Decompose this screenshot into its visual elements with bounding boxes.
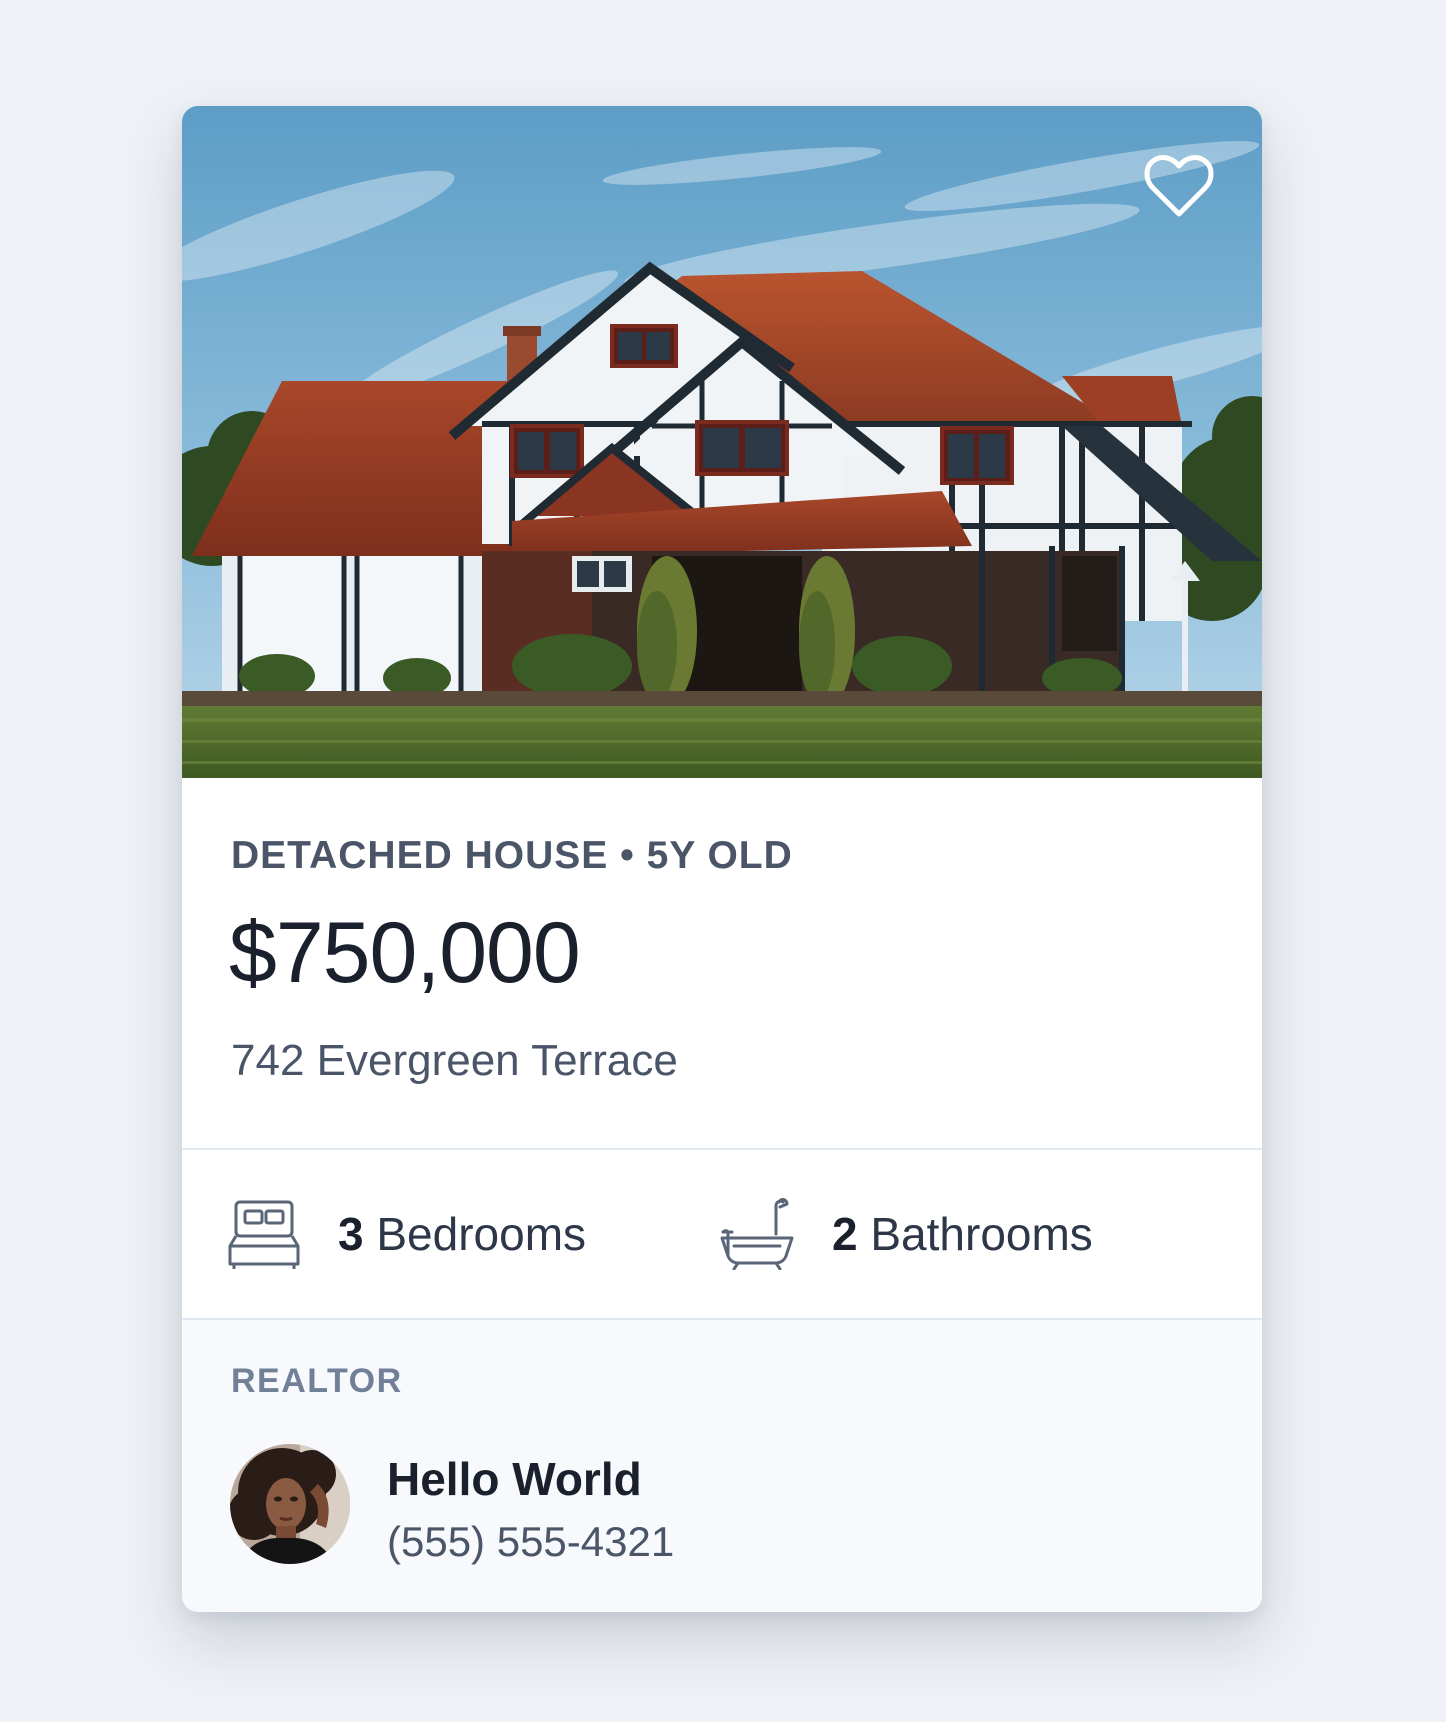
heart-icon [1144, 155, 1214, 217]
property-type: DETACHED HOUSE • 5Y OLD [231, 834, 793, 877]
realtor-avatar[interactable] [230, 1444, 350, 1564]
bathrooms-count: 2 [832, 1208, 858, 1260]
listing-address: 742 Evergreen Terrace [231, 1036, 678, 1085]
listing-info: DETACHED HOUSE • 5Y OLD $750,000 742 Eve… [182, 778, 1262, 1150]
property-card[interactable]: DETACHED HOUSE • 5Y OLD $750,000 742 Eve… [182, 106, 1262, 1612]
favorite-button[interactable] [1144, 154, 1214, 220]
realtor-name: Hello World [387, 1453, 642, 1505]
bed-icon [228, 1200, 300, 1269]
realtor-label: REALTOR [231, 1362, 403, 1400]
bathrooms-text: 2 Bathrooms [832, 1207, 1093, 1261]
house-photo [182, 106, 1262, 778]
avatar-image [230, 1444, 350, 1564]
bedrooms-count: 3 [338, 1208, 364, 1260]
realtor-phone[interactable]: (555) 555-4321 [387, 1518, 674, 1566]
realtor-section: REALTOR Hello World (555) 555-4321 [182, 1320, 1262, 1612]
bathtub-icon [720, 1198, 794, 1270]
property-specs: 3 Bedrooms 2 Bathrooms [182, 1150, 1262, 1320]
bedrooms-spec: 3 Bedrooms [228, 1150, 586, 1318]
bedrooms-label: Bedrooms [363, 1208, 587, 1260]
listing-price: $750,000 [229, 905, 581, 1001]
bathrooms-spec: 2 Bathrooms [720, 1150, 1093, 1318]
property-photo [182, 106, 1262, 778]
bedrooms-text: 3 Bedrooms [338, 1207, 586, 1261]
bathrooms-label: Bathrooms [857, 1208, 1093, 1260]
